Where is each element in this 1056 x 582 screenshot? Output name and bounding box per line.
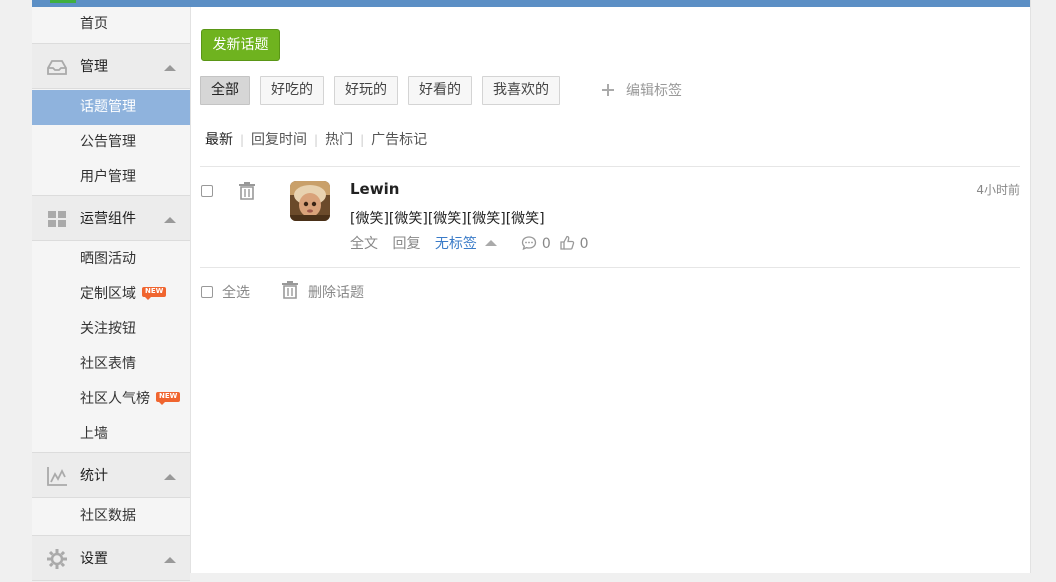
sidebar-item-popularity[interactable]: 社区人气榜 NEW (32, 382, 190, 417)
sidebar-item-label: 上墙 (80, 426, 108, 442)
gear-icon (47, 549, 67, 569)
sidebar-item-home[interactable]: 首页 (32, 7, 190, 42)
sidebar-item-label: 公告管理 (80, 134, 136, 150)
top-bar (32, 0, 1030, 7)
sidebar-group-settings[interactable]: 设置 (32, 535, 190, 581)
main-panel: 发新话题 全部 好吃的 好玩的 好看的 我喜欢的 编辑标签 最新 | 回复时间 | 热门… (191, 7, 1030, 573)
sidebar: 首页 管理 话题管理 公告管理 用户管理 运营组件 晒图活动 定制区域 NEW 关… (32, 7, 191, 581)
chevron-up-icon[interactable] (484, 240, 497, 246)
sidebar-group-ops[interactable]: 运营组件 (32, 195, 190, 241)
sidebar-item-custom-area[interactable]: 定制区域 NEW (32, 277, 190, 312)
tag-dropdown[interactable]: 无标签 (435, 236, 477, 252)
topic-checkbox[interactable] (201, 185, 213, 197)
comment-count: 0 (541, 236, 551, 252)
sidebar-item-label: 社区数据 (80, 508, 136, 524)
chevron-up-icon (164, 474, 176, 480)
separator: | (240, 133, 245, 147)
sidebar-item-wall[interactable]: 上墙 (32, 417, 190, 452)
sidebar-item-label: 晒图活动 (80, 251, 136, 267)
sidebar-group-label: 统计 (80, 468, 108, 484)
right-gutter (1030, 0, 1056, 573)
chevron-up-icon (164, 557, 176, 563)
select-all-checkbox[interactable] (201, 286, 213, 298)
topic-actions: 全文 回复 无标签 0 0 (350, 235, 589, 253)
delete-topic-button[interactable]: 删除话题 (308, 282, 364, 302)
edit-tags-label: 编辑标签 (626, 83, 682, 99)
comment-icon[interactable] (521, 235, 537, 251)
separator: | (360, 133, 365, 147)
sidebar-item-label: 话题管理 (80, 99, 136, 115)
sidebar-group-label: 设置 (80, 551, 108, 567)
inbox-icon (47, 60, 67, 75)
sort-bar: 最新 | 回复时间 | 热门 | 广告标记 (205, 131, 427, 149)
topic-author[interactable]: Lewin (350, 180, 399, 198)
sidebar-item-label: 首页 (80, 16, 108, 32)
sidebar-item-photo-event[interactable]: 晒图活动 (32, 242, 190, 277)
tag-like[interactable]: 我喜欢的 (482, 76, 560, 105)
edit-tags-button[interactable]: 编辑标签 (602, 79, 682, 103)
sidebar-item-user-manage[interactable]: 用户管理 (32, 160, 190, 195)
sidebar-item-label: 用户管理 (80, 169, 136, 185)
plus-icon (602, 84, 614, 96)
full-text-link[interactable]: 全文 (350, 236, 378, 252)
sort-latest[interactable]: 最新 (205, 131, 233, 149)
sidebar-item-label: 关注按钮 (80, 321, 136, 337)
tag-food[interactable]: 好吃的 (260, 76, 324, 105)
sidebar-group-label: 管理 (80, 59, 108, 75)
trash-icon[interactable] (281, 281, 299, 299)
topic-content: [微笑][微笑][微笑][微笑][微笑] (350, 211, 545, 227)
trash-icon[interactable] (238, 182, 256, 200)
sidebar-item-topic-manage[interactable]: 话题管理 (32, 90, 190, 125)
reply-link[interactable]: 回复 (392, 236, 420, 252)
new-badge: NEW (142, 287, 167, 300)
sidebar-item-label: 社区表情 (80, 356, 136, 372)
separator: | (314, 133, 319, 147)
sidebar-group-label: 运营组件 (80, 211, 136, 227)
sidebar-item-community-data[interactable]: 社区数据 (32, 499, 190, 534)
tag-fun[interactable]: 好玩的 (334, 76, 398, 105)
sidebar-item-label: 社区人气榜 (80, 391, 150, 407)
sidebar-item-label: 定制区域 (80, 286, 136, 302)
logo-tab (50, 0, 76, 3)
select-all-label[interactable]: 全选 (222, 282, 250, 302)
sidebar-group-manage[interactable]: 管理 (32, 43, 190, 89)
divider (200, 166, 1020, 167)
chevron-up-icon (164, 217, 176, 223)
sidebar-item-notice-manage[interactable]: 公告管理 (32, 125, 190, 160)
sidebar-group-stats[interactable]: 统计 (32, 452, 190, 498)
topic-time: 4小时前 (976, 183, 1020, 197)
sort-hot[interactable]: 热门 (325, 131, 353, 149)
sort-reply-time[interactable]: 回复时间 (251, 131, 307, 149)
divider (200, 267, 1020, 268)
grid-icon (48, 211, 66, 227)
chevron-up-icon (164, 65, 176, 71)
like-count: 0 (579, 236, 589, 252)
tag-look[interactable]: 好看的 (408, 76, 472, 105)
avatar[interactable] (290, 181, 330, 221)
new-badge: NEW (156, 392, 181, 405)
sidebar-item-follow-button[interactable]: 关注按钮 (32, 312, 190, 347)
sort-ad-mark[interactable]: 广告标记 (371, 131, 427, 149)
tag-all[interactable]: 全部 (200, 76, 250, 105)
new-topic-button[interactable]: 发新话题 (201, 29, 280, 61)
sidebar-item-emoji[interactable]: 社区表情 (32, 347, 190, 382)
like-icon[interactable] (559, 235, 575, 251)
chart-icon (47, 467, 67, 486)
